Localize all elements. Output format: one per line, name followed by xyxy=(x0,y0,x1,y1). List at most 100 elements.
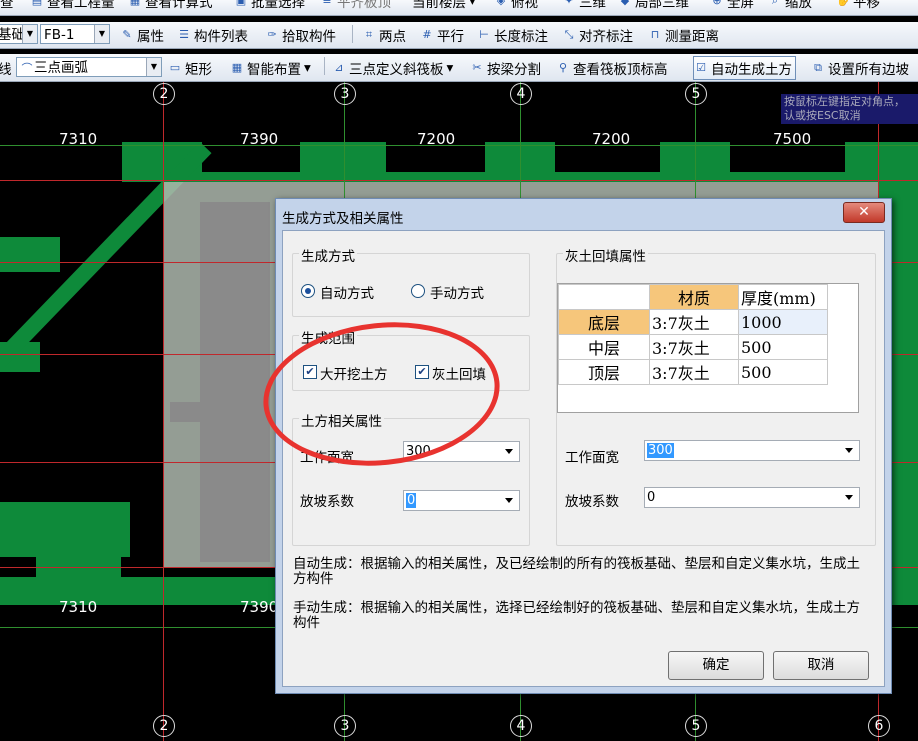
raft-block xyxy=(200,202,270,562)
batch-select-button[interactable]: ▣ 批量选择 xyxy=(234,0,305,11)
dropdown-arrow-icon xyxy=(845,495,853,500)
table-cell: 中层 xyxy=(558,334,650,360)
smart-layout-icon: ▦ xyxy=(231,60,243,74)
pick-icon: ✑ xyxy=(267,28,277,41)
property-button[interactable]: ✎ 属性 xyxy=(120,22,164,48)
length-mark-button[interactable]: ⊢ 长度标注 xyxy=(477,22,548,48)
axis-bubble: 3 xyxy=(334,83,356,105)
three-d-button[interactable]: ✦ 三维 xyxy=(562,0,606,11)
table-cell[interactable]: 3:7灰土 xyxy=(649,359,739,385)
table-cell[interactable]: 1000 xyxy=(738,309,828,335)
lime-slope-select[interactable]: 0 xyxy=(644,487,860,508)
axis-bubble: 6 xyxy=(868,715,890,737)
ok-button[interactable]: 确定 xyxy=(668,651,764,680)
auto-generate-earth-button[interactable]: ☑ 自动生成土方 xyxy=(693,56,796,80)
auto-mode-radio[interactable]: 自动方式 xyxy=(301,282,411,302)
two-points-icon: ⌗ xyxy=(365,28,373,41)
pan-button[interactable]: ✋ 平移 xyxy=(836,0,880,11)
dimension-label: 7390 xyxy=(240,130,279,148)
edge-icon: ⧉ xyxy=(814,60,822,74)
dimension-label: 7200 xyxy=(592,130,631,148)
view-formula-button[interactable]: ▦ 查看计算式 xyxy=(128,0,213,11)
component-list-button[interactable]: ☰ 构件列表 xyxy=(177,22,248,48)
dimension-label: 7390 xyxy=(240,598,279,616)
view-raft-top-button[interactable]: ⚲ 查看筏板顶标高 xyxy=(556,54,668,81)
smart-layout-button[interactable]: ▦ 智能布置 ▾ xyxy=(230,54,311,81)
dropdown-arrow-icon: ▼ xyxy=(94,25,109,43)
pick-component-button[interactable]: ✑ 拾取构件 xyxy=(265,22,336,48)
split-by-beam-button[interactable]: ✂ 按梁分割 xyxy=(470,54,541,81)
fullscreen-button[interactable]: ⊕ 全屏 xyxy=(710,0,754,11)
component-combo[interactable]: FB-1 ▼ xyxy=(40,24,110,44)
checkmark-icon: ☑ xyxy=(696,61,706,74)
table-row[interactable]: 底层 3:7灰土 1000 xyxy=(558,309,828,335)
dimension-label: 7500 xyxy=(773,130,812,148)
current-floor-combo[interactable]: 当前楼层 ▾ xyxy=(412,0,476,11)
view-menu[interactable]: 查 xyxy=(0,0,14,11)
fullscreen-icon: ⊕ xyxy=(712,0,722,7)
table-cell[interactable]: 3:7灰土 xyxy=(649,334,739,360)
local-3d-button[interactable]: ◆ 局部三维 xyxy=(618,0,689,11)
measure-distance-button[interactable]: ⊓ 测量距离 xyxy=(648,22,719,48)
dropdown-arrow-icon: ▼ xyxy=(22,25,37,43)
foundation-strip xyxy=(0,237,60,272)
split-icon: ✂ xyxy=(472,60,482,74)
table-cell: 顶层 xyxy=(558,359,650,385)
foundation-strip xyxy=(0,502,130,557)
radio-selected-icon xyxy=(301,284,315,298)
dropdown-arrow-icon xyxy=(505,449,513,454)
close-button[interactable]: ✕ xyxy=(843,202,885,223)
define-slope-button[interactable]: ⊿ 三点定义斜筏板 ▾ xyxy=(332,54,453,81)
dropdown-arrow-icon: ▾ xyxy=(304,59,311,76)
lime-props-title: 灰土回填属性 xyxy=(563,245,648,265)
slope-icon: ⊿ xyxy=(334,60,344,74)
raft-icon: ⚲ xyxy=(558,60,568,74)
view-quantity-button[interactable]: ▤ 查看工程量 xyxy=(30,0,115,11)
radio-empty-icon xyxy=(411,284,425,298)
separator xyxy=(352,25,353,43)
length-mark-icon: ⊢ xyxy=(479,28,489,41)
auto-description: 自动生成：根据输入的相关属性，及已经绘制的所有的筏板基础、垫层和自定义集水坑，生… xyxy=(293,556,860,587)
dropdown-arrow-icon: ▼ xyxy=(146,58,161,76)
two-points-button[interactable]: ⌗ 两点 xyxy=(362,22,406,48)
grid-line-horizontal xyxy=(0,180,918,181)
list-icon: ☰ xyxy=(179,28,189,41)
set-all-edges-button[interactable]: ⧉ 设置所有边坡 xyxy=(811,54,909,81)
dropdown-arrow-icon xyxy=(845,448,853,453)
table-cell[interactable]: 500 xyxy=(738,334,828,360)
type-combo[interactable]: 基础 ▼ xyxy=(0,24,38,44)
align-mark-button[interactable]: ⤡ 对齐标注 xyxy=(562,22,633,48)
parallel-button[interactable]: # 平行 xyxy=(420,22,464,48)
ruler-icon: ⊓ xyxy=(650,28,660,41)
arc-combo[interactable]: ⌒ 三点画弧 ▼ xyxy=(16,57,162,77)
dialog-title: 生成方式及相关属性 xyxy=(282,211,404,227)
cancel-button[interactable]: 取消 xyxy=(773,651,869,680)
separator xyxy=(324,57,325,75)
lime-work-width-select[interactable]: 300 xyxy=(644,440,860,461)
axis-bubble: 5 xyxy=(685,83,707,105)
slope-select[interactable]: 0 xyxy=(403,490,520,511)
dimension-label: 7310 xyxy=(59,598,98,616)
table-cell[interactable]: 500 xyxy=(738,359,828,385)
parallel-icon: # xyxy=(422,28,432,41)
table-row[interactable]: 顶层 3:7灰土 500 xyxy=(558,359,828,385)
table-row[interactable]: 中层 3:7灰土 500 xyxy=(558,334,828,360)
manual-mode-radio[interactable]: 手动方式 xyxy=(411,282,521,302)
rectangle-button[interactable]: ▭ 矩形 xyxy=(168,54,212,81)
table-cell[interactable]: 3:7灰土 xyxy=(649,309,739,335)
line-tool[interactable]: 线 xyxy=(0,54,12,81)
toolbar-row-2: 基础 ▼ FB-1 ▼ ✎ 属性 ☰ 构件列表 ✑ 拾取构件 ⌗ 两点 # 平行 ⊢ 长度标注 … xyxy=(0,22,918,49)
dropdown-arrow-icon: ▾ xyxy=(446,59,454,76)
grid-line-vertical xyxy=(163,82,164,741)
flush-top-button[interactable]: ≡ 平齐板顶 xyxy=(320,0,391,11)
top-view-button[interactable]: ◈ 俯视 xyxy=(494,0,538,11)
dimension-label: 7310 xyxy=(59,130,98,148)
quantity-icon: ▤ xyxy=(31,0,43,7)
command-hint-tooltip: 按鼠标左键指定对角点，认或按ESC取消 xyxy=(781,94,918,124)
axis-bubble: 3 xyxy=(334,715,356,737)
lime-layer-table: 材质 厚度(mm) 底层 3:7灰土 1000 中层 3:7灰土 500 顶层 … xyxy=(557,283,859,413)
three-d-icon: ✦ xyxy=(564,0,574,7)
zoom-button[interactable]: ⌕ 缩放 xyxy=(768,0,812,11)
manual-description: 手动生成：根据输入的相关属性，选择已经绘制好的筏板基础、垫层和自定义集水坑，生成… xyxy=(293,600,860,631)
axis-bubble: 5 xyxy=(685,715,707,737)
